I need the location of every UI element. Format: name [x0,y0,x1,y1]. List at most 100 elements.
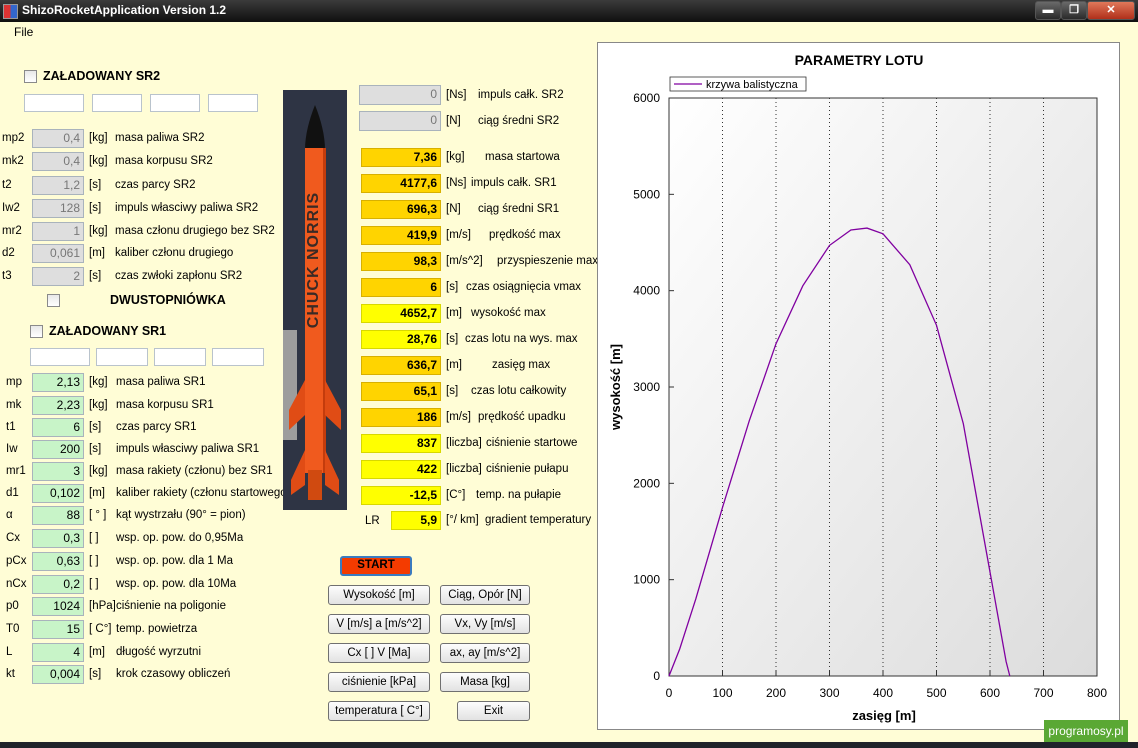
param-value-input[interactable]: 0,2 [32,575,84,594]
result-description: masa startowa [485,151,560,163]
param-code: nCx [6,578,27,590]
dwustopniowka-label: DWUSTOPNIÓWKA [110,293,226,307]
legend-label: krzywa balistyczna [706,79,799,91]
sr2-empty-field-3[interactable] [150,94,200,112]
param-unit: [ ] [89,578,99,590]
param-value-input[interactable]: 0,4 [32,129,84,148]
param-value-input[interactable]: 0,102 [32,484,84,503]
sr1-empty-field-4[interactable] [212,348,264,366]
sr1-empty-field-1[interactable] [30,348,90,366]
result-description: prędkość upadku [478,411,566,423]
temperatura-button[interactable]: temperatura [ C°] [328,701,430,721]
result-unit: [N] [446,115,461,127]
result-description: zasięg max [492,359,551,371]
sr1-empty-field-2[interactable] [96,348,148,366]
param-description: czas parcy SR2 [115,179,196,191]
param-value-input[interactable]: 0,63 [32,552,84,571]
sr2-empty-field-4[interactable] [208,94,258,112]
param-description: masa członu drugiego bez SR2 [115,225,275,237]
param-value-input[interactable]: 15 [32,620,84,639]
param-value-input[interactable]: 0,004 [32,665,84,684]
y-tick-label: 4000 [633,284,660,298]
exit-button[interactable]: Exit [457,701,530,721]
param-value-input[interactable]: 2 [32,267,84,286]
maximize-button[interactable]: ❐ [1061,1,1087,20]
y-tick-label: 1000 [633,573,660,587]
result-description: ciśnienie pułapu [486,463,569,475]
param-value-input[interactable]: 128 [32,199,84,218]
cisnienie-button[interactable]: ciśnienie [kPa] [328,672,430,692]
param-value-input[interactable]: 0,3 [32,529,84,548]
param-description: czas parcy SR1 [116,421,197,433]
wysokosc-button[interactable]: Wysokość [m] [328,585,430,605]
param-code: d2 [2,247,15,259]
param-unit: [s] [89,668,102,680]
param-value-input[interactable]: 1 [32,222,84,241]
result-unit: [N] [446,203,461,215]
chart-title: PARAMETRY LOTU [795,52,924,68]
result-unit: [C°] [446,489,466,501]
x-tick-label: 400 [873,686,893,700]
sr2-loaded-checkbox[interactable] [24,70,37,83]
param-description: krok czasowy obliczeń [116,668,231,680]
param-unit: [s] [89,270,102,282]
vx-vy-button[interactable]: Vx, Vy [m/s] [440,614,530,634]
y-tick-label: 6000 [633,91,660,105]
param-description: masa korpusu SR2 [115,155,213,167]
param-value-input[interactable]: 3 [32,462,84,481]
result-unit: [m/s] [446,229,471,241]
param-value-input[interactable]: 200 [32,440,84,459]
param-value-input[interactable]: 6 [32,418,84,437]
param-code: pCx [6,555,27,567]
sr1-loaded-checkbox[interactable] [30,325,43,338]
param-unit: [kg] [89,132,108,144]
v-a-button[interactable]: V [m/s] a [m/s^2] [328,614,430,634]
result-unit: [m/s] [446,411,471,423]
result-value: 0 [359,111,441,131]
param-description: impuls własciwy paliwa SR2 [115,202,259,214]
result-value: 7,36 [361,148,441,167]
x-tick-label: 700 [1033,686,1053,700]
param-code: kt [6,668,15,680]
masa-button[interactable]: Masa [kg] [440,672,530,692]
param-code: T0 [6,623,20,635]
param-unit: [m] [89,487,105,499]
ax-ay-button[interactable]: ax, ay [m/s^2] [440,643,530,663]
start-button[interactable]: START [340,556,412,576]
sr2-empty-field-2[interactable] [92,94,142,112]
param-value-input[interactable]: 0,4 [32,152,84,171]
minimize-button[interactable]: ▬ [1035,1,1061,20]
param-value-input[interactable]: 2,23 [32,396,84,415]
result-description: temp. na pułapie [476,489,562,501]
result-unit: [m] [446,359,462,371]
param-value-input[interactable]: 2,13 [32,373,84,392]
rocket-image: CHUCK NORRIS [283,90,347,510]
param-description: czas zwłoki zapłonu SR2 [115,270,243,282]
lr-value: 5,9 [391,511,441,530]
result-value: 422 [361,460,441,479]
result-value: 28,76 [361,330,441,349]
result-value: 837 [361,434,441,453]
param-unit: [kg] [89,465,108,477]
result-description: impuls całk. SR1 [471,177,557,189]
param-description: masa korpusu SR1 [116,399,214,411]
param-value-input[interactable]: 1024 [32,597,84,616]
sr2-empty-field-1[interactable] [24,94,84,112]
dwustopniowka-checkbox[interactable] [47,294,60,307]
param-description: kaliber rakiety (członu startowego) [116,487,291,499]
cx-v-button[interactable]: Cx [ ] V [Ma] [328,643,430,663]
param-code: mp [6,376,22,388]
result-unit: [s] [446,281,459,293]
menu-file[interactable]: File [14,25,33,39]
param-code: p0 [6,600,19,612]
result-unit: [m] [446,307,462,319]
ciag-opor-button[interactable]: Ciąg, Opór [N] [440,585,530,605]
sr1-empty-field-3[interactable] [154,348,206,366]
param-unit: [kg] [89,155,108,167]
param-value-input[interactable]: 0,061 [32,244,84,263]
param-value-input[interactable]: 88 [32,506,84,525]
result-unit: [kg] [446,151,465,163]
param-value-input[interactable]: 4 [32,643,84,662]
param-value-input[interactable]: 1,2 [32,176,84,195]
close-button[interactable]: ✕ [1087,1,1135,20]
